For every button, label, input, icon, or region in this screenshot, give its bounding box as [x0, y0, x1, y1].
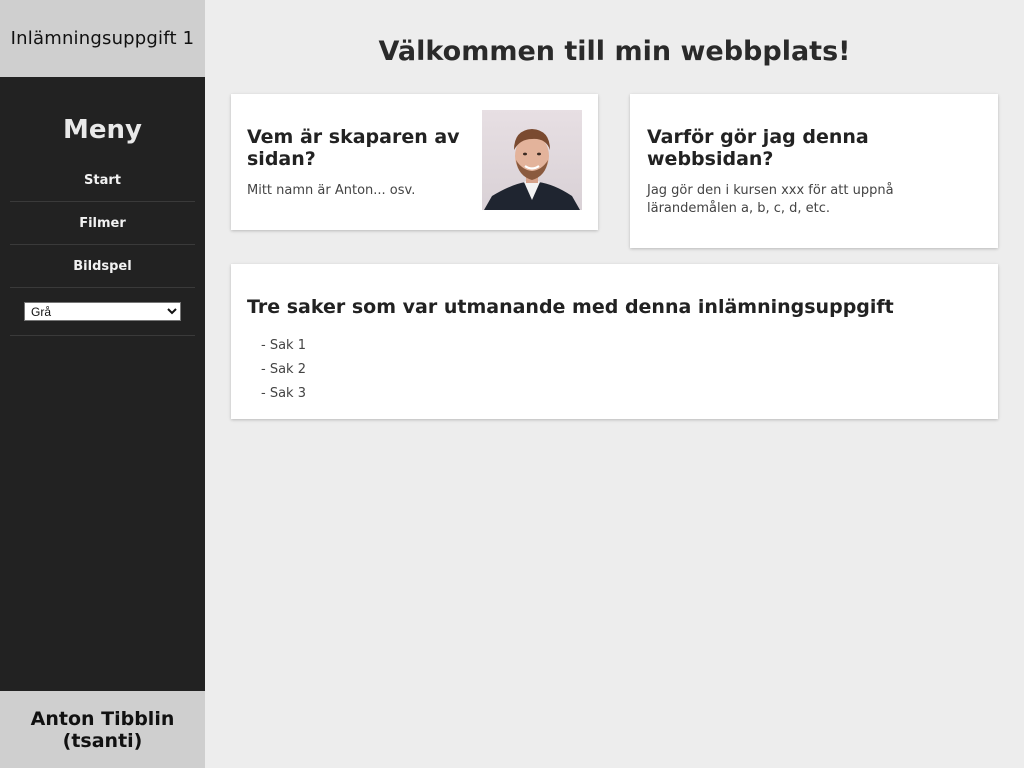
list-item: - Sak 3	[261, 386, 306, 401]
author-footer: Anton Tibblin (tsanti)	[0, 691, 205, 768]
challenges-card: Tre saker som var utmanande med denna in…	[231, 264, 998, 419]
main-nav: Start Filmer Bildspel Grå	[10, 159, 195, 336]
profile-photo	[482, 110, 582, 210]
theme-select-container: Grå	[10, 288, 195, 336]
author-username: (tsanti)	[62, 729, 143, 752]
nav-item-filmer[interactable]: Filmer	[10, 202, 195, 245]
why-card: Varför gör jag denna webbsidan? Jag gör …	[630, 94, 998, 248]
author-name: Anton Tibblin	[30, 707, 175, 730]
about-card: Vem är skaparen av sidan? Mitt namn är A…	[231, 94, 598, 230]
theme-select[interactable]: Grå	[24, 302, 181, 321]
about-heading: Vem är skaparen av sidan?	[247, 126, 460, 170]
site-title: Inlämningsuppgift 1	[0, 0, 205, 77]
page-title: Välkommen till min webbplats!	[378, 36, 851, 67]
nav-item-start[interactable]: Start	[10, 159, 195, 202]
challenges-list: - Sak 1 - Sak 2 - Sak 3	[261, 334, 306, 406]
menu-heading: Meny	[63, 115, 142, 145]
profile-photo-icon	[484, 129, 580, 210]
list-item: - Sak 2	[261, 362, 306, 377]
why-text: Jag gör den i kursen xxx för att uppnå l…	[647, 183, 894, 216]
list-item: - Sak 1	[261, 338, 306, 353]
nav-item-bildspel[interactable]: Bildspel	[10, 245, 195, 288]
about-text: Mitt namn är Anton... osv.	[247, 183, 416, 198]
why-heading: Varför gör jag denna webbsidan?	[647, 126, 869, 170]
challenges-heading: Tre saker som var utmanande med denna in…	[247, 296, 894, 318]
main-content: Välkommen till min webbplats! Vem är ska…	[205, 0, 1024, 768]
sidebar: Inlämningsuppgift 1 Meny Start Filmer Bi…	[0, 0, 205, 768]
